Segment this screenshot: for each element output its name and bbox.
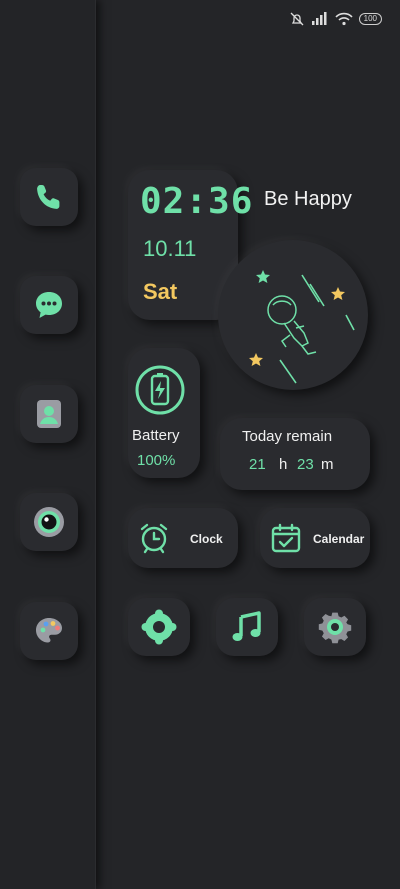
camera-button[interactable] — [20, 493, 78, 551]
contacts-button[interactable] — [20, 385, 78, 443]
music-app-button[interactable] — [216, 598, 278, 656]
wifi-icon — [335, 12, 353, 26]
camera-lens-icon — [34, 507, 64, 537]
settings-app-button[interactable] — [304, 598, 366, 656]
music-note-icon — [232, 611, 261, 641]
chat-bubble-icon — [36, 292, 62, 318]
remain-hours: 21 — [249, 456, 266, 473]
remain-minutes-unit: m — [321, 456, 334, 473]
battery-value: 100% — [137, 452, 176, 469]
astronaut-widget[interactable] — [218, 240, 368, 390]
clock-app-label: Clock — [190, 532, 223, 546]
calendar-icon — [271, 523, 301, 553]
phone-icon — [37, 185, 60, 209]
remain-minutes: 23 — [297, 456, 314, 473]
clock-app-button[interactable]: Clock — [128, 508, 238, 568]
phone-button[interactable] — [20, 168, 78, 226]
contacts-icon — [37, 400, 61, 428]
flower-icon — [141, 609, 177, 645]
greeting-text: Be Happy — [264, 188, 352, 210]
battery-indicator: 100 — [358, 13, 382, 25]
today-remain-label: Today remain — [242, 428, 333, 445]
date-text: 10.11 — [143, 236, 197, 261]
alarm-off-icon — [290, 12, 304, 26]
messages-button[interactable] — [20, 276, 78, 334]
gear-icon — [318, 612, 352, 644]
battery-label: Battery — [132, 427, 180, 444]
status-bar: 100 — [289, 10, 382, 28]
palette-icon — [36, 618, 62, 643]
calendar-app-label: Calendar — [313, 532, 365, 546]
signal-icon — [311, 12, 327, 25]
shutter-app-button[interactable] — [128, 598, 190, 656]
dock-panel — [0, 0, 96, 889]
astronaut-illustration — [249, 270, 355, 384]
battery-charging-icon — [135, 365, 185, 415]
calendar-app-button[interactable]: Calendar — [260, 508, 370, 568]
remain-hours-unit: h — [279, 456, 288, 473]
themes-button[interactable] — [20, 602, 78, 660]
alarm-clock-icon — [140, 523, 168, 554]
clock-time: 02:36 — [140, 181, 254, 222]
weekday-text: Sat — [143, 279, 178, 304]
